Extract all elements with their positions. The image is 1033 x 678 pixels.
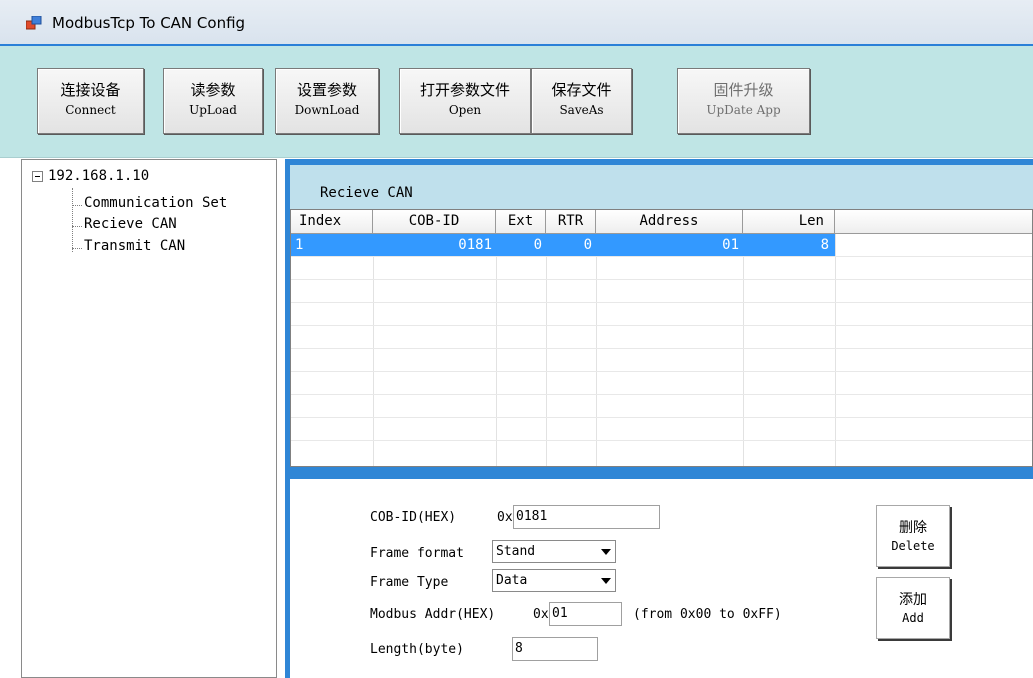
- grid-line: [291, 348, 1032, 349]
- device-tree: 192.168.1.10 Communication Set Recieve C…: [21, 159, 277, 678]
- cell-cob-id: 0181: [458, 237, 492, 253]
- column-header-filler: [835, 210, 1032, 234]
- grid-line: [596, 234, 597, 466]
- frame-format-select[interactable]: Stand: [492, 540, 616, 563]
- open-button[interactable]: 打开参数文件 Open: [399, 68, 531, 134]
- update-app-label-en: UpDate App: [706, 103, 781, 117]
- tree-item-recieve-can[interactable]: Recieve CAN: [84, 216, 177, 232]
- frame-format-label: Frame format: [370, 546, 464, 561]
- app-icon: [26, 16, 42, 30]
- modbus-addr-prefix: 0x: [533, 607, 549, 622]
- add-label-en: Add: [902, 611, 924, 625]
- grid-line: [291, 325, 1032, 326]
- column-header-cob-id[interactable]: COB-ID: [373, 210, 496, 234]
- tree-connector: [72, 248, 82, 249]
- column-header-index[interactable]: Index: [291, 210, 373, 234]
- length-input[interactable]: 8: [512, 637, 598, 661]
- table-row[interactable]: 1 0181 0 0 01 8: [291, 234, 835, 256]
- chevron-down-icon[interactable]: [597, 542, 614, 561]
- frame-type-select[interactable]: Data: [492, 569, 616, 592]
- saveas-label-en: SaveAs: [559, 103, 604, 117]
- tree-item-communication-set[interactable]: Communication Set: [84, 195, 227, 211]
- modbus-addr-hint: (from 0x00 to 0xFF): [633, 607, 782, 622]
- cob-id-label: COB-ID(HEX): [370, 510, 457, 525]
- column-header-len[interactable]: Len: [743, 210, 835, 234]
- modbus-addr-input[interactable]: 01: [549, 602, 622, 626]
- grid-line: [373, 234, 374, 466]
- title-bar: ModbusTcp To CAN Config: [0, 0, 1033, 45]
- grid-line: [291, 302, 1032, 303]
- collapse-icon[interactable]: [32, 171, 43, 182]
- cell-len: 8: [820, 237, 829, 253]
- saveas-button[interactable]: 保存文件 SaveAs: [531, 68, 632, 134]
- recieve-can-title: Recieve CAN: [320, 185, 413, 201]
- content-panel: Recieve CAN Index COB-ID Ext RTR Address…: [285, 159, 1033, 678]
- grid-line: [291, 417, 1032, 418]
- update-app-label-cn: 固件升级: [713, 81, 774, 99]
- cell-address: 01: [722, 237, 739, 253]
- frame-format-value: Stand: [496, 544, 536, 559]
- chevron-down-icon[interactable]: [597, 571, 614, 590]
- add-label-cn: 添加: [899, 592, 927, 608]
- upload-label-cn: 读参数: [190, 81, 236, 99]
- grid-line: [291, 394, 1032, 395]
- delete-label-en: Delete: [891, 539, 935, 553]
- window-title: ModbusTcp To CAN Config: [52, 14, 246, 32]
- tree-connector: [72, 226, 82, 227]
- open-label-en: Open: [448, 103, 482, 117]
- cell-ext: 0: [533, 237, 542, 253]
- connect-label-cn: 连接设备: [60, 81, 121, 99]
- recieve-can-panel: Recieve CAN Index COB-ID Ext RTR Address…: [290, 165, 1033, 467]
- frame-type-value: Data: [496, 573, 528, 588]
- column-header-address[interactable]: Address: [596, 210, 743, 234]
- cob-id-input[interactable]: 0181: [513, 505, 660, 529]
- recieve-can-table[interactable]: Index COB-ID Ext RTR Address Len 1 0181 …: [290, 209, 1033, 467]
- cob-id-prefix: 0x: [497, 510, 513, 525]
- tree-root-label: 192.168.1.10: [48, 168, 150, 184]
- grid-line: [546, 234, 547, 466]
- length-label: Length(byte): [370, 642, 464, 657]
- modbus-addr-label: Modbus Addr(HEX): [370, 607, 496, 622]
- update-app-button[interactable]: 固件升级 UpDate App: [677, 68, 810, 134]
- column-header-rtr[interactable]: RTR: [546, 210, 596, 234]
- column-header-ext[interactable]: Ext: [496, 210, 546, 234]
- grid-line: [835, 234, 836, 466]
- upload-label-en: UpLoad: [189, 103, 237, 117]
- toolbar: 连接设备 Connect 读参数 UpLoad 设置参数 DownLoad 打开…: [0, 44, 1033, 158]
- delete-label-cn: 删除: [899, 520, 927, 536]
- upload-button[interactable]: 读参数 UpLoad: [163, 68, 263, 134]
- download-label-en: DownLoad: [294, 103, 360, 117]
- delete-button[interactable]: 删除 Delete: [876, 505, 950, 567]
- grid-line: [291, 440, 1032, 441]
- connect-button[interactable]: 连接设备 Connect: [37, 68, 144, 134]
- tree-item-transmit-can[interactable]: Transmit CAN: [84, 238, 185, 254]
- add-button[interactable]: 添加 Add: [876, 577, 950, 639]
- frame-type-label: Frame Type: [370, 575, 449, 590]
- download-button[interactable]: 设置参数 DownLoad: [275, 68, 379, 134]
- cell-index: 1: [295, 237, 304, 253]
- tree-connector: [72, 205, 82, 206]
- grid-line: [743, 234, 744, 466]
- tree-connector: [72, 188, 73, 252]
- cell-rtr: 0: [583, 237, 592, 253]
- grid-line: [291, 279, 1032, 280]
- grid-line: [291, 371, 1032, 372]
- download-label-cn: 设置参数: [296, 81, 357, 99]
- connect-label-en: Connect: [65, 103, 116, 117]
- can-editor-panel: COB-ID(HEX) 0x 0181 Frame format Stand F…: [290, 479, 1033, 678]
- open-label-cn: 打开参数文件: [419, 81, 510, 99]
- saveas-label-cn: 保存文件: [551, 81, 612, 99]
- tree-root-node[interactable]: 192.168.1.10: [32, 168, 150, 184]
- grid-line: [496, 234, 497, 466]
